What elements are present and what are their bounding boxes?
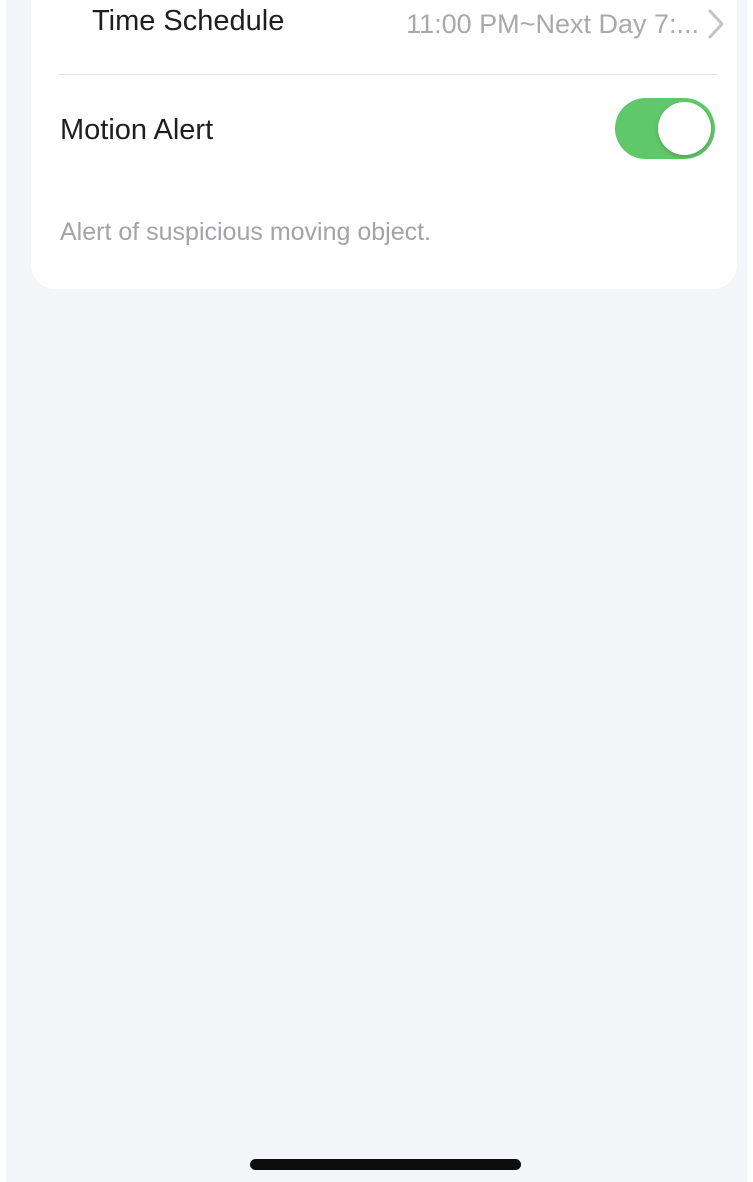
time-schedule-label: Time Schedule [92, 5, 285, 37]
motion-alert-toggle[interactable] [615, 98, 715, 159]
motion-alert-label: Motion Alert [60, 114, 214, 146]
settings-card: Time Schedule 11:00 PM~Next Day 7:... Mo… [31, 0, 737, 289]
time-schedule-value-group: 11:00 PM~Next Day 7:... [406, 7, 727, 41]
toggle-knob [658, 102, 711, 155]
motion-alert-description: Alert of suspicious moving object. [60, 218, 432, 246]
home-indicator [250, 1159, 521, 1170]
time-schedule-row[interactable]: Time Schedule 11:00 PM~Next Day 7:... [59, 0, 727, 64]
settings-screen: Time Schedule 11:00 PM~Next Day 7:... Mo… [6, 0, 747, 1182]
row-divider [59, 74, 717, 75]
time-schedule-value: 11:00 PM~Next Day 7:... [406, 8, 699, 39]
chevron-right-icon [708, 9, 724, 39]
